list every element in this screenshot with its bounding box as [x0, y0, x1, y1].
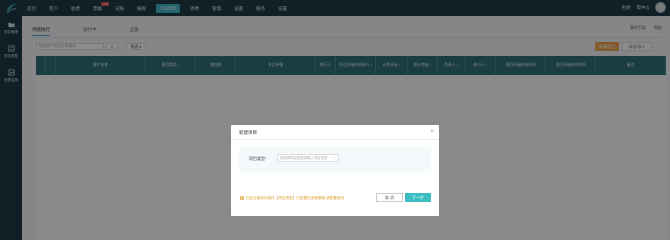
project-type-label: 项目类型*	[249, 156, 267, 162]
chevron-down-icon: ⌄	[333, 156, 336, 160]
info-icon: !	[240, 196, 244, 201]
close-icon[interactable]: ×	[430, 129, 434, 135]
project-type-select[interactable]: 请选择项目类型或输入项目类型 ⌄	[277, 154, 339, 162]
required-mark: *	[265, 156, 267, 161]
new-project-dialog: 新建项目 × 项目类型* 请选择项目类型或输入项目类型 ⌄ ! 在此在客制化组件【项…	[231, 125, 439, 216]
hint-message: 在此在客制化组件【项目类型】已配置的流程模板,请配置使用	[246, 196, 345, 200]
dialog-title: 新建项目	[239, 130, 257, 135]
hint-text: ! 在此在客制化组件【项目类型】已配置的流程模板,请配置使用	[240, 196, 344, 201]
dialog-form: 项目类型* 请选择项目类型或输入项目类型 ⌄	[239, 147, 431, 172]
dialog-divider	[231, 139, 439, 140]
field-label-text: 项目类型	[249, 156, 265, 161]
select-placeholder: 请选择项目类型或输入项目类型	[280, 156, 328, 160]
next-button[interactable]: 下一步	[405, 193, 431, 202]
cancel-button[interactable]: 取 消	[376, 193, 403, 202]
